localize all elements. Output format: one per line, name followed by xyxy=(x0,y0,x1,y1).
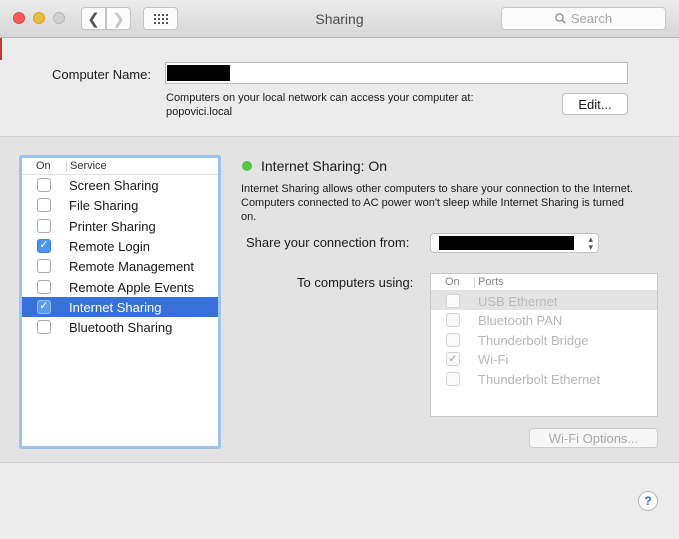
port-label: Thunderbolt Bridge xyxy=(478,332,589,348)
redaction-bar xyxy=(167,65,230,81)
port-label: Thunderbolt Ethernet xyxy=(478,371,601,387)
service-label: Internet Sharing xyxy=(69,299,162,315)
port-checkbox[interactable] xyxy=(446,313,460,328)
search-icon xyxy=(555,13,566,24)
service-checkbox[interactable] xyxy=(37,178,51,192)
sharing-window: ❮ ❯ Sharing Search Computer Name: Comput… xyxy=(0,0,679,539)
title-bar: ❮ ❯ Sharing Search xyxy=(0,0,679,38)
ports-list-header: On Ports xyxy=(431,274,657,291)
service-row[interactable]: ✓ Remote Login xyxy=(22,236,218,256)
local-hostname: popovici.local xyxy=(166,106,233,118)
checkmark-icon: ✓ xyxy=(39,239,49,252)
service-row[interactable]: Screen Sharing xyxy=(22,175,218,195)
service-label: Remote Management xyxy=(69,259,195,275)
port-row[interactable]: ✓ Wi-Fi xyxy=(431,349,657,368)
wifi-options-button[interactable]: Wi-Fi Options... xyxy=(529,428,658,448)
service-row[interactable]: ✓ Internet Sharing xyxy=(22,296,218,317)
updown-arrows-icon: ▴ ▾ xyxy=(588,234,593,252)
service-label: Screen Sharing xyxy=(69,178,159,193)
column-divider xyxy=(66,161,67,172)
share-from-label: Share your connection from: xyxy=(246,235,410,250)
checkmark-icon: ✓ xyxy=(448,352,458,365)
service-list[interactable]: On Service Screen Sharing File Sharing Pri… xyxy=(19,155,221,449)
checkmark-icon: ✓ xyxy=(39,300,49,313)
help-button[interactable]: ? xyxy=(638,491,658,511)
port-checkbox[interactable]: ✓ xyxy=(446,352,460,367)
service-label: Printer Sharing xyxy=(69,218,156,234)
column-divider xyxy=(474,277,475,288)
status-indicator xyxy=(242,161,252,171)
computer-name-label: Computer Name: xyxy=(52,67,151,82)
edit-button[interactable]: Edit... xyxy=(562,93,628,115)
port-checkbox[interactable] xyxy=(446,294,460,308)
service-label: Bluetooth Sharing xyxy=(69,320,173,336)
port-label: USB Ethernet xyxy=(478,294,558,309)
service-description: Internet Sharing allows other computers … xyxy=(241,183,633,223)
port-checkbox[interactable] xyxy=(446,332,460,347)
service-label: File Sharing xyxy=(69,198,139,214)
search-field[interactable]: Search xyxy=(501,7,666,30)
redaction-bar xyxy=(439,236,574,250)
service-row[interactable]: Remote Apple Events xyxy=(22,277,218,297)
service-row[interactable]: File Sharing xyxy=(22,195,218,215)
service-row[interactable]: Bluetooth Sharing xyxy=(22,317,218,337)
service-checkbox[interactable]: ✓ xyxy=(37,299,51,314)
port-row[interactable]: Thunderbolt Bridge xyxy=(431,330,657,349)
port-row[interactable]: Bluetooth PAN xyxy=(431,310,657,329)
service-status: Internet Sharing: On xyxy=(261,158,388,174)
port-row[interactable]: USB Ethernet xyxy=(431,291,657,310)
port-checkbox[interactable] xyxy=(446,371,460,386)
service-label: Remote Login xyxy=(69,238,150,254)
service-row[interactable]: Printer Sharing xyxy=(22,216,218,236)
port-label: Bluetooth PAN xyxy=(478,313,563,329)
column-header-ports: Ports xyxy=(478,276,504,288)
ports-list[interactable]: On Ports USB Ethernet Bluetooth PAN Thunde… xyxy=(430,273,658,417)
service-checkbox[interactable] xyxy=(37,259,51,274)
column-header-on[interactable]: On xyxy=(36,160,51,172)
network-address-info: Computers on your local network can acce… xyxy=(166,91,474,119)
service-list-header: On Service xyxy=(22,158,218,175)
share-from-popup[interactable]: ▴ ▾ xyxy=(430,233,599,253)
column-header-on: On xyxy=(445,276,460,288)
service-checkbox[interactable] xyxy=(37,218,51,233)
port-row[interactable]: Thunderbolt Ethernet xyxy=(431,369,657,388)
port-label: Wi-Fi xyxy=(478,352,509,368)
service-checkbox[interactable] xyxy=(37,198,51,213)
service-row[interactable]: Remote Management xyxy=(22,256,218,276)
search-placeholder: Search xyxy=(570,11,613,26)
service-checkbox[interactable]: ✓ xyxy=(37,238,51,253)
to-computers-label: To computers using: xyxy=(297,275,414,290)
service-checkbox[interactable] xyxy=(37,320,51,335)
network-info-text: Computers on your local network can acce… xyxy=(166,92,474,104)
column-header-service[interactable]: Service xyxy=(70,160,107,172)
computer-name-field[interactable] xyxy=(165,62,628,84)
service-checkbox[interactable] xyxy=(37,279,51,294)
service-label: Remote Apple Events xyxy=(69,279,195,295)
